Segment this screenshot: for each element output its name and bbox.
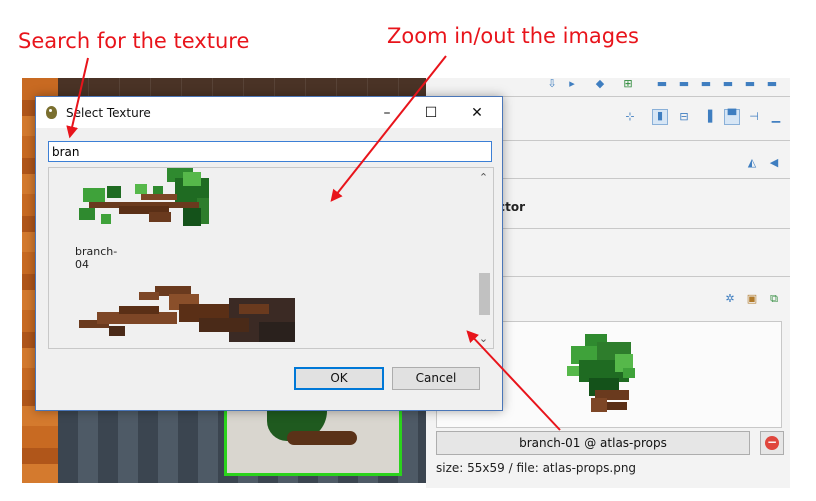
- chevron-up-icon[interactable]: ⌃: [475, 169, 492, 186]
- minimize-button[interactable]: –: [370, 101, 404, 125]
- align-icon[interactable]: ▬: [744, 78, 756, 90]
- texture-name: branch-04: [75, 245, 118, 271]
- flip-vertical-icon[interactable]: ◀: [768, 157, 780, 169]
- chevron-down-icon[interactable]: ⌄: [475, 330, 492, 347]
- cancel-button[interactable]: Cancel: [392, 367, 480, 390]
- app-icon: [46, 106, 57, 119]
- remove-texture-button[interactable]: −: [760, 431, 784, 455]
- align-icon[interactable]: ▬: [656, 78, 668, 90]
- align-left-edge-icon[interactable]: ▮: [652, 109, 668, 125]
- close-button[interactable]: ✕: [460, 101, 494, 125]
- align-left-icon[interactable]: ⊹: [624, 111, 636, 123]
- ok-button[interactable]: OK: [294, 367, 384, 390]
- texture-thumbnail: [79, 286, 295, 342]
- texture-thumbnail: [79, 168, 209, 226]
- texture-list[interactable]: branch-04 ⌃ ⌄: [48, 167, 494, 349]
- align-right-icon[interactable]: ▐: [702, 111, 714, 123]
- flip-horizontal-icon[interactable]: ◭: [746, 157, 758, 169]
- minus-circle-icon: −: [765, 435, 779, 450]
- list-scrollbar[interactable]: ⌃ ⌄: [475, 169, 492, 347]
- arrow-icon[interactable]: ▸: [566, 78, 578, 90]
- align-icon[interactable]: ▬: [700, 78, 712, 90]
- texture-select-button[interactable]: branch-01 @ atlas-props: [436, 431, 750, 455]
- select-texture-dialog: Select Texture – ☐ ✕ bran branch-04 ⌃ ⌄ …: [35, 96, 503, 411]
- align-icon[interactable]: ▬: [678, 78, 690, 90]
- texture-search-input[interactable]: [48, 141, 492, 162]
- annotation-search: Search for the texture: [18, 29, 250, 53]
- align-icon[interactable]: ▬: [722, 78, 734, 90]
- copy-texture-icon[interactable]: ⧉: [768, 293, 780, 305]
- align-middle-icon[interactable]: ⊣: [748, 111, 760, 123]
- move-icon[interactable]: ⇩: [546, 78, 558, 90]
- align-icon[interactable]: ▬: [766, 78, 778, 90]
- dialog-title: Select Texture: [66, 106, 151, 120]
- scrollbar-thumb[interactable]: [479, 273, 490, 315]
- annotation-zoom: Zoom in/out the images: [387, 24, 639, 48]
- align-top-icon[interactable]: ▀: [724, 109, 740, 125]
- resize-icon[interactable]: ⊞: [622, 78, 634, 90]
- selected-object-outline[interactable]: [224, 408, 402, 476]
- align-bottom-icon[interactable]: ▁: [770, 111, 782, 123]
- align-center-icon[interactable]: ⊟: [678, 111, 690, 123]
- selected-object-branch: [287, 431, 357, 445]
- texture-info: size: 55x59 / file: atlas-props.png: [436, 461, 637, 475]
- maximize-button[interactable]: ☐: [414, 101, 448, 125]
- tint-icon[interactable]: ◆: [594, 78, 606, 90]
- dialog-titlebar[interactable]: Select Texture – ☐ ✕: [36, 97, 502, 128]
- folder-icon[interactable]: ▣: [746, 293, 758, 305]
- pick-texture-icon[interactable]: ✲: [724, 293, 736, 305]
